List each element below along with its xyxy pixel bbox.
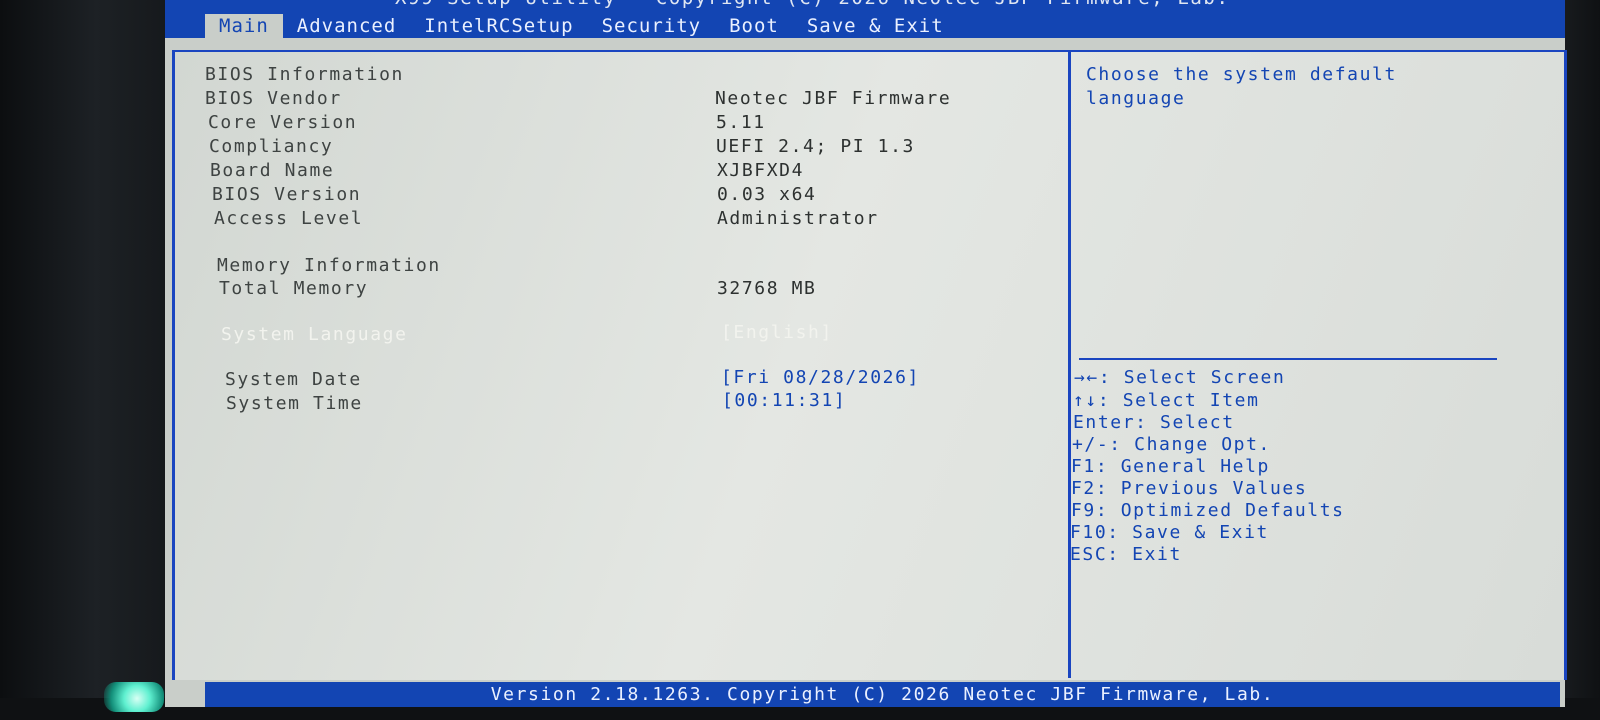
pane-divider bbox=[1068, 50, 1071, 678]
memory-info-header: Memory Information bbox=[217, 255, 441, 276]
bios-info-header: BIOS Information bbox=[205, 64, 404, 85]
total-memory-label: Total Memory bbox=[219, 278, 369, 299]
system-time-label[interactable]: System Time bbox=[226, 393, 363, 414]
access-level-label: Access Level bbox=[214, 208, 364, 229]
total-memory-value: 32768 MB bbox=[717, 278, 817, 299]
setup-title: X99 Setup Utility - Copyright (C) 2026 N… bbox=[395, 0, 1230, 9]
system-date-value[interactable]: [Fri 08/28/2026] bbox=[721, 367, 920, 388]
core-version-label: Core Version bbox=[208, 112, 358, 133]
help-text-line2: language bbox=[1086, 88, 1186, 109]
key-help-select-screen: →←: Select Screen bbox=[1074, 367, 1286, 388]
bios-version-label: BIOS Version bbox=[212, 184, 362, 205]
bios-version-value: 0.03 x64 bbox=[717, 184, 817, 205]
help-separator bbox=[1079, 358, 1497, 360]
bios-screen: X99 Setup Utility - Copyright (C) 2026 N… bbox=[165, 0, 1567, 707]
key-help-select-item: ↑↓: Select Item bbox=[1073, 390, 1260, 411]
tab-boot[interactable]: Boot bbox=[715, 14, 793, 38]
tab-save-exit[interactable]: Save & Exit bbox=[793, 14, 958, 38]
key-help-f2: F2: Previous Values bbox=[1071, 478, 1308, 499]
key-help-enter: Enter: Select bbox=[1073, 412, 1235, 433]
bios-vendor-label: BIOS Vendor bbox=[205, 88, 342, 109]
help-text-line1: Choose the system default bbox=[1086, 64, 1397, 85]
compliancy-value: UEFI 2.4; PI 1.3 bbox=[716, 136, 915, 157]
tab-advanced[interactable]: Advanced bbox=[283, 14, 411, 38]
tab-security[interactable]: Security bbox=[588, 14, 716, 38]
key-help-f1: F1: General Help bbox=[1071, 456, 1270, 477]
system-language-value[interactable]: [English] bbox=[721, 322, 833, 343]
version-footer: Version 2.18.1263. Copyright (C) 2026 Ne… bbox=[205, 682, 1560, 707]
tab-main[interactable]: Main bbox=[205, 14, 283, 38]
board-name-value: XJBFXD4 bbox=[717, 160, 805, 181]
top-bar: X99 Setup Utility - Copyright (C) 2026 N… bbox=[165, 0, 1565, 38]
tab-intelrcsetup[interactable]: IntelRCSetup bbox=[410, 14, 587, 38]
access-level-value: Administrator bbox=[717, 208, 879, 229]
bios-vendor-value: Neotec JBF Firmware bbox=[715, 88, 952, 109]
key-help-esc: ESC: Exit bbox=[1070, 544, 1182, 565]
compliancy-label: Compliancy bbox=[209, 136, 334, 157]
key-help-f10: F10: Save & Exit bbox=[1070, 522, 1269, 543]
core-version-value: 5.11 bbox=[716, 112, 766, 133]
system-date-label[interactable]: System Date bbox=[225, 369, 362, 390]
power-led bbox=[104, 682, 164, 712]
system-time-value[interactable]: [00:11:31] bbox=[722, 390, 846, 411]
monitor-bezel-left bbox=[0, 0, 175, 720]
tab-bar: Main Advanced IntelRCSetup Security Boot… bbox=[205, 14, 958, 38]
board-name-label: Board Name bbox=[210, 160, 335, 181]
key-help-change-opt: +/-: Change Opt. bbox=[1072, 434, 1271, 455]
system-language-label[interactable]: System Language bbox=[221, 324, 408, 345]
key-help-f9: F9: Optimized Defaults bbox=[1071, 500, 1345, 521]
